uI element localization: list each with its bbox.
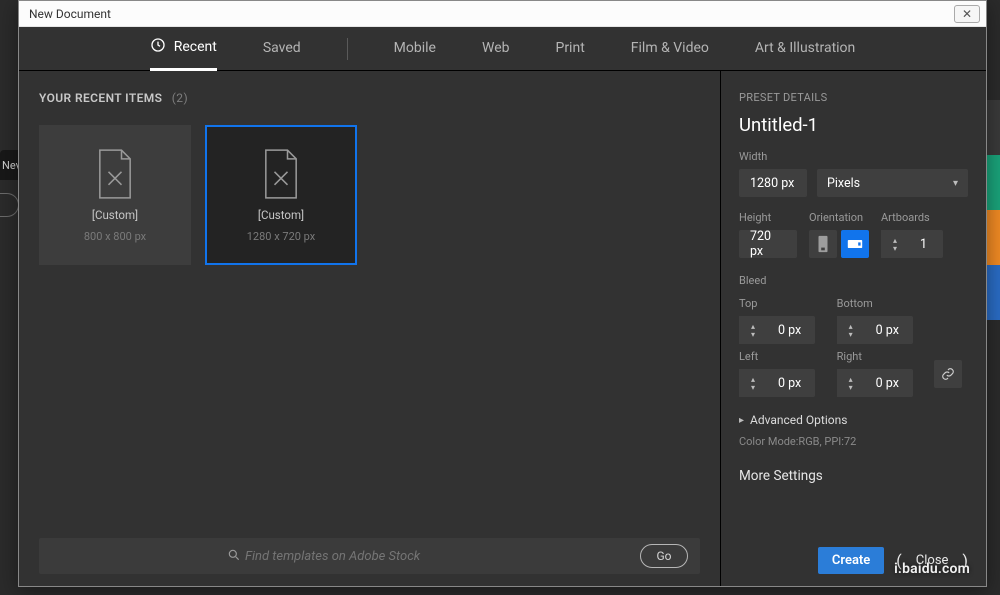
preset-title: [Custom] [92, 208, 138, 222]
height-input[interactable]: 720 px [739, 230, 797, 258]
tab-saved[interactable]: Saved [263, 27, 301, 71]
preset-title: [Custom] [258, 208, 304, 222]
bleed-top-label: Top [739, 297, 821, 310]
bleed-grid: Top ▴▾0 px Bottom ▴▾0 px Left ▴▾0 px Rig… [739, 297, 968, 397]
new-document-dialog: New Document ✕ Recent Saved Mobile Web P… [18, 0, 987, 587]
artboards-value[interactable]: 1 [909, 230, 943, 258]
document-icon [93, 148, 137, 200]
more-settings-link[interactable]: More Settings [739, 468, 968, 484]
tab-divider [347, 38, 348, 60]
category-tabs: Recent Saved Mobile Web Print Film & Vid… [19, 27, 986, 71]
bleed-bottom-input[interactable]: ▴▾0 px [837, 316, 919, 344]
units-value: Pixels [827, 176, 860, 191]
preset-thumb[interactable]: [Custom] 800 x 800 px [39, 125, 191, 265]
search-icon [227, 547, 241, 566]
chevron-down-icon: ▾ [953, 178, 958, 189]
preset-details-title: PRESET DETAILS [739, 91, 968, 104]
titlebar: New Document ✕ [19, 1, 986, 27]
link-bleed-icon[interactable] [934, 360, 962, 388]
bleed-left-label: Left [739, 350, 821, 363]
bg-app-tab: Nev [0, 150, 18, 180]
create-button[interactable]: Create [818, 547, 884, 574]
orientation-toggle [809, 230, 869, 258]
chevron-right-icon: ▸ [739, 415, 744, 426]
tab-recent[interactable]: Recent [150, 27, 217, 71]
tab-label: Recent [174, 39, 217, 55]
recent-items-label: YOUR RECENT ITEMS [39, 91, 162, 105]
dialog-content: Recent Saved Mobile Web Print Film & Vid… [19, 27, 986, 586]
tab-film-video[interactable]: Film & Video [631, 27, 709, 71]
orientation-landscape[interactable] [841, 230, 869, 258]
bg-right-color-strips [987, 100, 1000, 320]
stock-search-bar: Go [39, 538, 700, 574]
tab-web[interactable]: Web [482, 27, 510, 71]
artboards-label: Artboards [881, 211, 943, 224]
window-close-button[interactable]: ✕ [954, 5, 980, 23]
preset-thumb[interactable]: [Custom] 1280 x 720 px [205, 125, 357, 265]
advanced-options-toggle[interactable]: ▸ Advanced Options [739, 413, 968, 427]
bleed-top-input[interactable]: ▴▾0 px [739, 316, 821, 344]
close-button[interactable]: Close [914, 549, 951, 572]
dialog-footer: Create ( Close ) [739, 547, 968, 574]
color-mode-summary: Color Mode:RGB, PPI:72 [739, 435, 968, 448]
bleed-label: Bleed [739, 274, 968, 287]
presets-panel: YOUR RECENT ITEMS (2) [Custom] 800 x 800… [19, 71, 720, 586]
recent-items-count: (2) [172, 91, 188, 105]
recent-items-header: YOUR RECENT ITEMS (2) [39, 91, 700, 105]
bleed-left-input[interactable]: ▴▾0 px [739, 369, 821, 397]
preset-thumbs: [Custom] 800 x 800 px [Custom] 1280 x 72… [39, 125, 700, 265]
paren-close: ) [962, 551, 968, 570]
artboards-stepper[interactable]: ▴▾ 1 [881, 230, 943, 258]
main-area: YOUR RECENT ITEMS (2) [Custom] 800 x 800… [19, 71, 986, 586]
clock-icon [150, 37, 166, 57]
width-label: Width [739, 150, 968, 163]
window-title: New Document [29, 7, 954, 21]
tab-print[interactable]: Print [555, 27, 584, 71]
go-button[interactable]: Go [640, 544, 688, 568]
width-input[interactable]: 1280 px [739, 169, 807, 197]
paren-open: ( [896, 551, 901, 570]
preset-details-panel: PRESET DETAILS Untitled-1 Width 1280 px … [720, 71, 986, 586]
document-name[interactable]: Untitled-1 [739, 114, 968, 136]
stock-search-input[interactable] [245, 549, 640, 564]
units-select[interactable]: Pixels ▾ [817, 169, 968, 197]
advanced-options-label: Advanced Options [750, 413, 847, 427]
bleed-bottom-label: Bottom [837, 297, 919, 310]
tab-mobile[interactable]: Mobile [394, 27, 436, 71]
bleed-right-label: Right [837, 350, 919, 363]
preset-dims: 800 x 800 px [84, 230, 146, 243]
bleed-right-input[interactable]: ▴▾0 px [837, 369, 919, 397]
document-icon [259, 148, 303, 200]
orientation-label: Orientation [809, 211, 869, 224]
height-label: Height [739, 211, 797, 224]
preset-dims: 1280 x 720 px [247, 230, 315, 243]
orientation-portrait[interactable] [809, 230, 837, 258]
tab-art-illustration[interactable]: Art & Illustration [755, 27, 855, 71]
bg-loading-arc [0, 193, 19, 217]
